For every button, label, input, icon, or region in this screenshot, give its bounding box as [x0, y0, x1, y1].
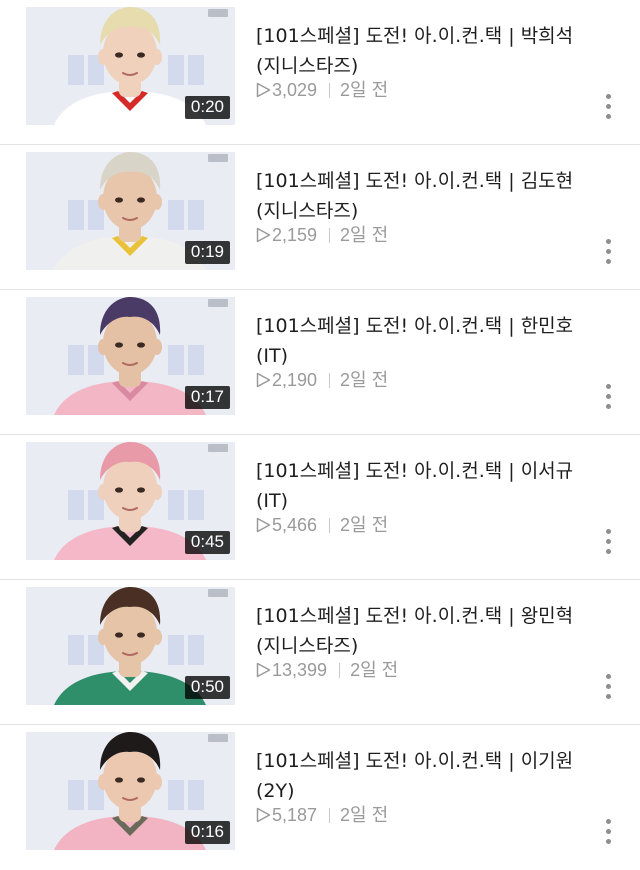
- upload-age: 2일 전: [350, 660, 399, 680]
- video-title[interactable]: [101스페셜] 도전! 아.이.컨.택 | 김도현 (지니스타즈): [256, 166, 596, 226]
- more-options-button[interactable]: [596, 668, 622, 708]
- more-dot: [606, 259, 611, 264]
- view-count: 5,187: [272, 805, 318, 825]
- upload-age: 2일 전: [340, 370, 389, 390]
- video-title[interactable]: [101스페셜] 도전! 아.이.컨.택 | 이기원 (2Y): [256, 746, 596, 806]
- more-dot: [606, 249, 611, 254]
- meta-separator: [339, 662, 341, 678]
- video-meta: 2,190 2일 전: [256, 369, 388, 391]
- more-vertical-icon: [606, 674, 611, 679]
- meta-separator: [329, 517, 331, 533]
- meta-separator: [329, 807, 331, 823]
- video-item[interactable]: 0:20 [101스페셜] 도전! 아.이.컨.택 | 박희석 (지니스타즈) …: [0, 0, 640, 145]
- video-meta: 2,159 2일 전: [256, 224, 388, 246]
- video-item[interactable]: 0:50 [101스페셜] 도전! 아.이.컨.택 | 왕민혁 (지니스타즈) …: [0, 580, 640, 725]
- more-dot: [606, 829, 611, 834]
- more-vertical-icon: [606, 529, 611, 534]
- video-meta: 5,187 2일 전: [256, 804, 388, 826]
- upload-age: 2일 전: [340, 805, 389, 825]
- video-meta: 5,466 2일 전: [256, 514, 388, 536]
- more-dot: [606, 394, 611, 399]
- upload-age: 2일 전: [340, 225, 389, 245]
- more-options-button[interactable]: [596, 813, 622, 853]
- video-duration: 0:50: [184, 676, 230, 699]
- play-outline-icon: [256, 807, 271, 823]
- video-duration: 0:17: [184, 386, 230, 409]
- play-outline-icon: [256, 372, 271, 388]
- video-thumbnail[interactable]: 0:45: [26, 442, 235, 560]
- video-meta: 3,029 2일 전: [256, 79, 388, 101]
- play-outline-icon: [256, 517, 271, 533]
- video-duration: 0:45: [184, 531, 230, 554]
- more-options-button[interactable]: [596, 378, 622, 418]
- view-count: 2,159: [272, 225, 318, 245]
- video-duration: 0:19: [184, 241, 230, 264]
- more-dot: [606, 104, 611, 109]
- view-count: 13,399: [272, 660, 328, 680]
- play-outline-icon: [256, 227, 271, 243]
- video-title[interactable]: [101스페셜] 도전! 아.이.컨.택 | 이서규 (IT): [256, 456, 596, 516]
- more-vertical-icon: [606, 384, 611, 389]
- video-title[interactable]: [101스페셜] 도전! 아.이.컨.택 | 왕민혁 (지니스타즈): [256, 601, 596, 661]
- meta-separator: [329, 82, 331, 98]
- video-meta: 13,399 2일 전: [256, 659, 398, 681]
- video-thumbnail[interactable]: 0:50: [26, 587, 235, 705]
- more-vertical-icon: [606, 819, 611, 824]
- video-item[interactable]: 0:45 [101스페셜] 도전! 아.이.컨.택 | 이서규 (IT) 5,4…: [0, 435, 640, 580]
- more-dot: [606, 694, 611, 699]
- upload-age: 2일 전: [340, 515, 389, 535]
- video-list: 0:20 [101스페셜] 도전! 아.이.컨.택 | 박희석 (지니스타즈) …: [0, 0, 640, 860]
- more-dot: [606, 839, 611, 844]
- video-thumbnail[interactable]: 0:17: [26, 297, 235, 415]
- video-thumbnail[interactable]: 0:20: [26, 7, 235, 125]
- video-duration: 0:20: [184, 96, 230, 119]
- more-vertical-icon: [606, 94, 611, 99]
- upload-age: 2일 전: [340, 80, 389, 100]
- view-count: 2,190: [272, 370, 318, 390]
- video-item[interactable]: 0:16 [101스페셜] 도전! 아.이.컨.택 | 이기원 (2Y) 5,1…: [0, 725, 640, 870]
- video-thumbnail[interactable]: 0:19: [26, 152, 235, 270]
- more-options-button[interactable]: [596, 233, 622, 273]
- video-title[interactable]: [101스페셜] 도전! 아.이.컨.택 | 박희석 (지니스타즈): [256, 21, 596, 81]
- more-dot: [606, 114, 611, 119]
- meta-separator: [329, 227, 331, 243]
- more-options-button[interactable]: [596, 523, 622, 563]
- view-count: 3,029: [272, 80, 318, 100]
- video-duration: 0:16: [184, 821, 230, 844]
- more-dot: [606, 684, 611, 689]
- video-thumbnail[interactable]: 0:16: [26, 732, 235, 850]
- video-item[interactable]: 0:17 [101스페셜] 도전! 아.이.컨.택 | 한민호 (IT) 2,1…: [0, 290, 640, 435]
- play-outline-icon: [256, 82, 271, 98]
- view-count: 5,466: [272, 515, 318, 535]
- more-dot: [606, 549, 611, 554]
- play-outline-icon: [256, 662, 271, 678]
- more-dot: [606, 539, 611, 544]
- more-dot: [606, 404, 611, 409]
- more-vertical-icon: [606, 239, 611, 244]
- video-item[interactable]: 0:19 [101스페셜] 도전! 아.이.컨.택 | 김도현 (지니스타즈) …: [0, 145, 640, 290]
- video-title[interactable]: [101스페셜] 도전! 아.이.컨.택 | 한민호 (IT): [256, 311, 596, 371]
- more-options-button[interactable]: [596, 88, 622, 128]
- meta-separator: [329, 372, 331, 388]
